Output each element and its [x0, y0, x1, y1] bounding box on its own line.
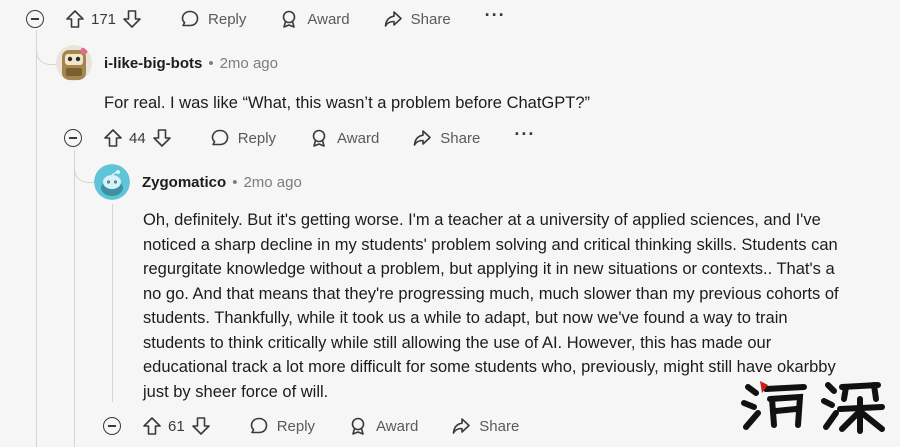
share-label: Share	[479, 417, 520, 435]
reply-label: Reply	[237, 129, 277, 147]
award-icon	[348, 416, 368, 436]
upvote-icon[interactable]	[65, 9, 85, 29]
vote-count: 44	[129, 129, 146, 147]
reply-label: Reply	[208, 10, 247, 28]
comment-line: educational track a lot more difficult f…	[143, 358, 836, 376]
share-button[interactable]: Share	[412, 128, 480, 148]
comment-line: students. Thankfully, while it took us a…	[143, 309, 788, 327]
share-button[interactable]: Share	[383, 9, 451, 29]
comment-header: Zygomatico • 2mo ago	[94, 164, 302, 200]
award-icon	[309, 128, 329, 148]
award-label: Award	[337, 129, 380, 147]
reply-button[interactable]: Reply	[249, 416, 315, 436]
comment-actions: 61 Reply Award Share	[103, 411, 519, 441]
comment-thread: 171 Reply Award Share ··· i-like-big-bot…	[0, 0, 900, 447]
share-button[interactable]: Share	[451, 416, 519, 436]
vote-control: 171	[65, 9, 142, 29]
reply-label: Reply	[276, 417, 316, 435]
more-options-button[interactable]: ···	[514, 125, 535, 143]
award-label: Award	[307, 10, 350, 28]
username[interactable]: i-like-big-bots	[104, 55, 202, 72]
comment-line: regurgitate knowledge without a problem,…	[143, 260, 835, 278]
downvote-icon[interactable]	[191, 416, 211, 436]
avatar[interactable]	[56, 45, 92, 81]
collapse-button[interactable]	[64, 129, 82, 147]
award-button[interactable]: Award	[279, 9, 350, 29]
award-label: Award	[376, 417, 419, 435]
share-icon	[383, 9, 403, 29]
avatar[interactable]	[94, 164, 130, 200]
comment-bubble-icon	[210, 128, 230, 148]
reply-button[interactable]: Reply	[180, 9, 246, 29]
share-icon	[451, 416, 471, 436]
top-comment-actions: 171 Reply Award Share ···	[26, 4, 506, 34]
share-label: Share	[440, 129, 481, 147]
upvote-icon[interactable]	[103, 128, 123, 148]
award-button[interactable]: Award	[348, 416, 418, 436]
vote-count: 61	[168, 417, 185, 435]
reply-button[interactable]: Reply	[210, 128, 276, 148]
vote-control: 44	[103, 128, 172, 148]
award-button[interactable]: Award	[309, 128, 379, 148]
share-icon	[412, 128, 432, 148]
downvote-icon[interactable]	[122, 9, 142, 29]
comment-line: Oh, definitely. But it's getting worse. …	[143, 211, 821, 229]
collapse-button[interactable]	[103, 417, 121, 435]
vote-count: 171	[91, 10, 117, 28]
comment-body: Oh, definitely. But it's getting worse. …	[143, 208, 839, 404]
comment-header: i-like-big-bots • 2mo ago	[56, 45, 278, 81]
comment-text: For real. I was like “What, this wasn’t …	[104, 94, 591, 112]
vote-control: 61	[142, 416, 211, 436]
thread-line-level2[interactable]	[112, 204, 113, 402]
thread-line-level1[interactable]	[74, 150, 75, 447]
comment-line: students to think critically while still…	[143, 333, 772, 352]
collapse-button[interactable]	[26, 10, 44, 28]
share-label: Share	[410, 10, 451, 28]
separator: •	[208, 54, 214, 72]
comment-line: no go. And that means that they're progr…	[143, 284, 839, 303]
timestamp[interactable]: 2mo ago	[243, 174, 301, 191]
award-icon	[279, 9, 299, 29]
comment-bubble-icon	[249, 416, 269, 436]
comment-line: noticed a sharp decline in my students' …	[143, 235, 838, 254]
username[interactable]: Zygomatico	[142, 174, 226, 191]
watermark-logo	[738, 375, 888, 435]
thread-line-root[interactable]	[36, 30, 37, 447]
downvote-icon[interactable]	[152, 128, 172, 148]
comment-actions: 44 Reply Award Share ···	[64, 123, 535, 153]
comment-bubble-icon	[180, 9, 200, 29]
comment-line: just by sheer force of will.	[143, 382, 329, 401]
timestamp[interactable]: 2mo ago	[220, 55, 278, 72]
comment-body: For real. I was like “What, this wasn’t …	[104, 91, 590, 116]
upvote-icon[interactable]	[142, 416, 162, 436]
separator: •	[232, 173, 238, 191]
thread-connector-2	[74, 150, 95, 183]
more-options-button[interactable]: ···	[485, 6, 506, 24]
thread-connector-1	[36, 30, 57, 65]
